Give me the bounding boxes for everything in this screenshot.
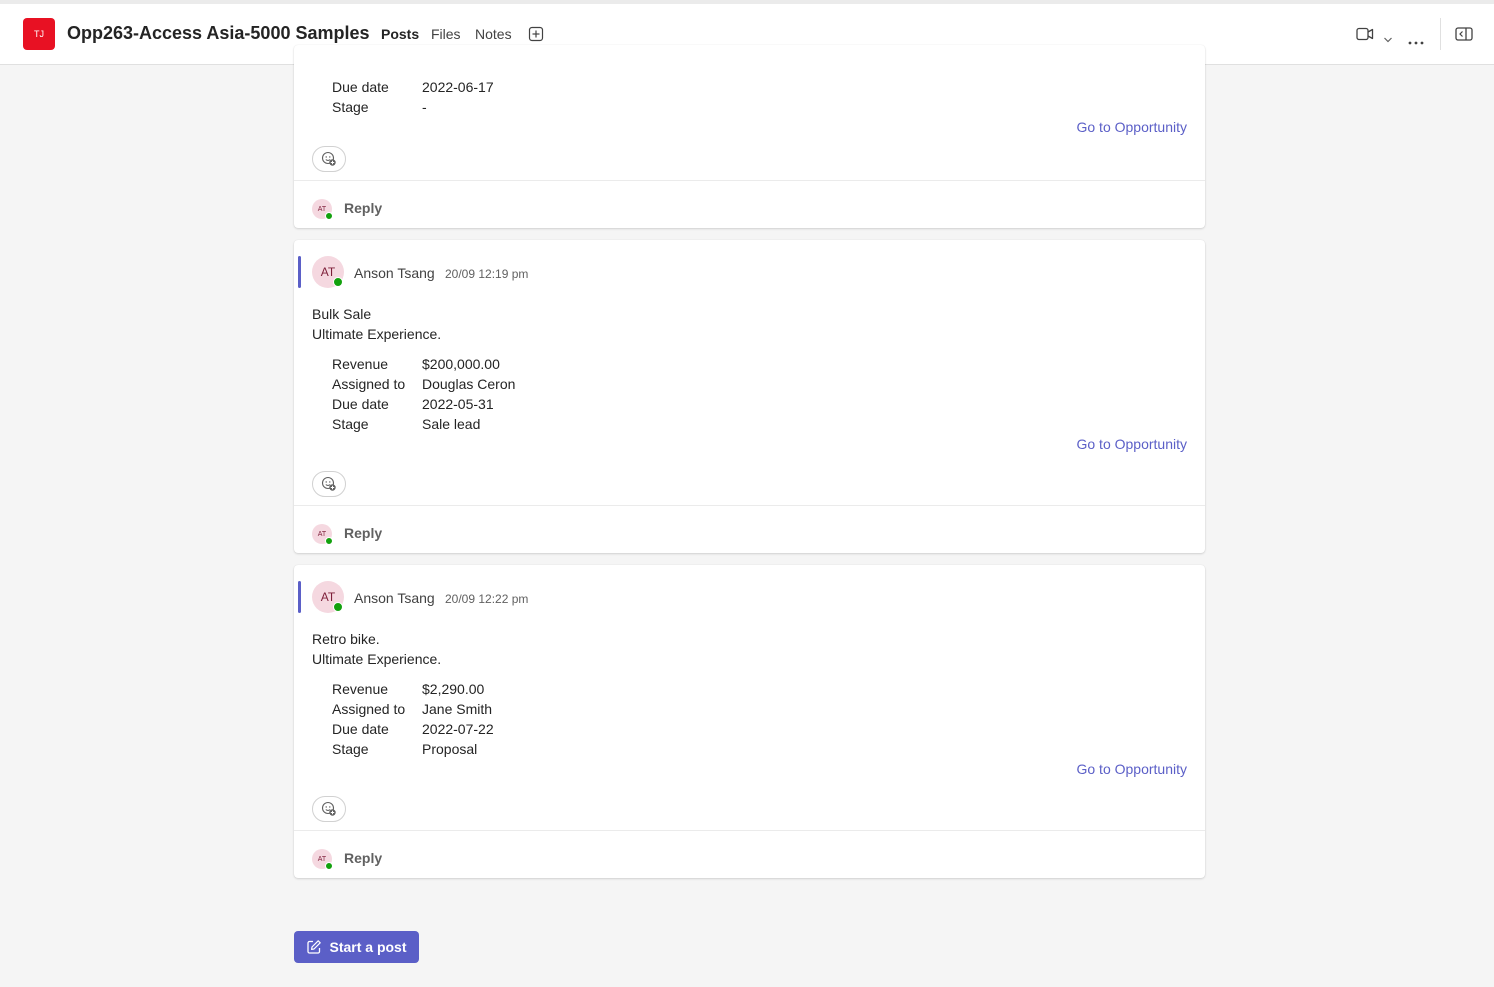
fact-value: $200,000.00 bbox=[422, 356, 500, 372]
emoji-add-icon bbox=[321, 476, 336, 491]
reply-label: Reply bbox=[344, 525, 383, 541]
fact-label: Revenue bbox=[332, 356, 389, 372]
channel-title: Opp263-Access Asia-5000 Samples bbox=[67, 23, 370, 43]
tab-files[interactable]: Files bbox=[431, 26, 461, 42]
presence-available-icon bbox=[333, 277, 343, 287]
chevron-down-icon[interactable] bbox=[1383, 31, 1393, 49]
start-a-post-label: Start a post bbox=[329, 939, 407, 955]
fact-value: Sale lead bbox=[422, 416, 481, 432]
go-to-opportunity-link[interactable]: Go to Opportunity bbox=[1076, 119, 1187, 135]
reply-button[interactable]: AT Reply bbox=[294, 506, 1205, 552]
fact-value: $2,290.00 bbox=[422, 681, 485, 697]
fact-value: 2022-06-17 bbox=[422, 79, 494, 95]
tab-notes[interactable]: Notes bbox=[475, 26, 512, 42]
fact-value: 2022-05-31 bbox=[422, 396, 494, 412]
fact-value: - bbox=[422, 99, 427, 115]
post-card: AT Anson Tsang 20/09 12:22 pm Retro bike… bbox=[294, 565, 1205, 878]
reply-label: Reply bbox=[344, 200, 383, 216]
go-to-opportunity-link[interactable]: Go to Opportunity bbox=[1076, 761, 1187, 777]
open-side-panel-icon[interactable] bbox=[1455, 27, 1473, 46]
post-card: Due date 2022-06-17 Stage - Go to Opport… bbox=[294, 45, 1205, 228]
emoji-add-icon bbox=[321, 151, 336, 166]
fact-value: 2022-07-22 bbox=[422, 721, 494, 737]
fact-value: Jane Smith bbox=[422, 701, 493, 717]
reply-button[interactable]: AT Reply bbox=[294, 181, 1205, 227]
reply-label: Reply bbox=[344, 850, 383, 866]
post-timestamp: 20/09 12:22 pm bbox=[445, 592, 529, 606]
message-line: Retro bike. bbox=[312, 631, 380, 647]
post-accent-bar bbox=[298, 256, 301, 288]
add-reaction-button[interactable] bbox=[312, 471, 346, 497]
add-reaction-button[interactable] bbox=[312, 796, 346, 822]
header-divider bbox=[1440, 18, 1441, 50]
fact-label: Stage bbox=[332, 99, 369, 115]
fact-label: Stage bbox=[332, 741, 369, 757]
author-name[interactable]: Anson Tsang bbox=[354, 590, 435, 606]
fact-label: Due date bbox=[332, 721, 389, 737]
compose-icon bbox=[307, 940, 322, 954]
more-options-icon[interactable] bbox=[1408, 32, 1424, 50]
presence-available-icon bbox=[325, 537, 333, 545]
author-name[interactable]: Anson Tsang bbox=[354, 265, 435, 281]
tab-posts[interactable]: Posts bbox=[381, 26, 419, 42]
add-reaction-button[interactable] bbox=[312, 146, 346, 172]
start-a-post-button[interactable]: Start a post bbox=[294, 931, 419, 963]
message-line: Bulk Sale bbox=[312, 306, 372, 322]
fact-label: Assigned to bbox=[332, 376, 406, 392]
add-tab-icon[interactable] bbox=[528, 26, 544, 42]
message-line: Ultimate Experience. bbox=[312, 651, 442, 667]
video-call-icon[interactable] bbox=[1356, 27, 1374, 46]
fact-label: Revenue bbox=[332, 681, 389, 697]
fact-value: Douglas Ceron bbox=[422, 376, 516, 392]
presence-available-icon bbox=[333, 602, 343, 612]
fact-label: Due date bbox=[332, 79, 389, 95]
emoji-add-icon bbox=[321, 801, 336, 816]
message-line: Ultimate Experience. bbox=[312, 326, 442, 342]
team-avatar[interactable]: TJ bbox=[23, 18, 55, 50]
reply-button[interactable]: AT Reply bbox=[294, 831, 1205, 877]
post-accent-bar bbox=[298, 581, 301, 613]
fact-label: Assigned to bbox=[332, 701, 406, 717]
fact-label: Stage bbox=[332, 416, 369, 432]
post-timestamp: 20/09 12:19 pm bbox=[445, 267, 529, 281]
go-to-opportunity-link[interactable]: Go to Opportunity bbox=[1076, 436, 1187, 452]
fact-label: Due date bbox=[332, 396, 389, 412]
post-card: AT Anson Tsang 20/09 12:19 pm Bulk Sale … bbox=[294, 240, 1205, 553]
presence-available-icon bbox=[325, 862, 333, 870]
fact-value: Proposal bbox=[422, 741, 478, 757]
presence-available-icon bbox=[325, 212, 333, 220]
